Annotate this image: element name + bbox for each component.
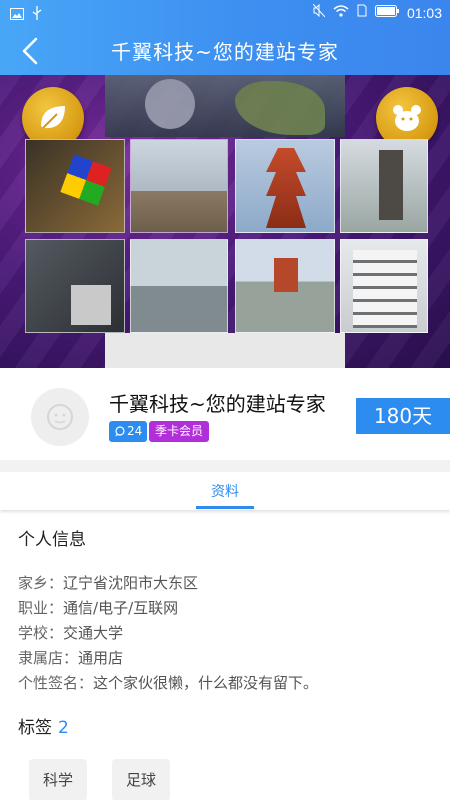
photo-white-tower [340, 239, 428, 333]
top-bar: 01:03 千翼科技~您的建站专家 [0, 0, 450, 75]
profile-name: 千翼科技~您的建站专家 [109, 392, 326, 416]
status-bar: 01:03 [0, 0, 450, 26]
tab-profile-info[interactable]: 资料 [196, 481, 254, 501]
banner-bottom-image [105, 333, 345, 368]
info-value: 这个家伙很懒，什么都没有留下。 [93, 674, 319, 692]
photo-village-trees [130, 139, 228, 233]
info-label: 学校： [18, 624, 64, 642]
info-label: 隶属店： [18, 649, 79, 667]
usb-icon [32, 5, 42, 24]
info-row-hometown: 家乡：辽宁省沈阳市大东区 [18, 572, 198, 593]
personal-info-heading: 个人信息 [18, 530, 86, 550]
section-divider [0, 460, 450, 472]
comment-count-badge: 24 [109, 421, 148, 442]
photo-river-boats [130, 239, 228, 333]
info-label: 职业： [18, 599, 64, 617]
photo-pagoda-2 [235, 239, 335, 333]
profile-screen: 01:03 千翼科技~您的建站专家 千翼科技~您的建站专家 24 季卡会员 18… [0, 0, 450, 800]
tags-count: 2 [58, 718, 69, 738]
gallery-icon [10, 5, 24, 24]
tag-chip[interactable]: 科学 [29, 759, 88, 800]
status-time: 01:03 [406, 4, 442, 21]
info-value: 通信/电子/互联网 [63, 599, 179, 617]
tab-bar: 资料 [0, 472, 450, 510]
photo-tower-hill [340, 139, 428, 233]
membership-badge: 季卡会员 [149, 421, 210, 442]
info-label: 个性签名： [18, 674, 94, 692]
info-label: 家乡： [18, 574, 64, 592]
info-value: 通用店 [78, 649, 124, 667]
photo-office-machine [25, 239, 125, 333]
info-row-store: 隶属店：通用店 [18, 647, 123, 668]
info-row-occupation: 职业：通信/电子/互联网 [18, 597, 178, 618]
tags-heading: 标签 2 [18, 713, 69, 738]
wifi-icon [333, 4, 349, 21]
info-value: 交通大学 [63, 624, 124, 642]
tab-active-indicator [196, 506, 254, 509]
cover-banner [0, 75, 450, 368]
title-bar: 千翼科技~您的建站专家 [0, 26, 450, 75]
info-value: 辽宁省沈阳市大东区 [63, 574, 199, 592]
page-title: 千翼科技~您的建站专家 [111, 40, 339, 64]
mute-icon [312, 3, 326, 21]
photo-pagoda-1 [235, 139, 335, 233]
comment-count: 24 [127, 424, 143, 438]
battery-icon [374, 4, 399, 21]
default-avatar-icon [47, 404, 73, 430]
sim-icon [357, 4, 367, 21]
avatar[interactable] [31, 388, 89, 446]
member-days-badge: 180天 [356, 398, 450, 434]
photo-rubiks-cube [25, 139, 125, 233]
info-row-signature: 个性签名：这个家伙很懒，什么都没有留下。 [18, 672, 318, 693]
comment-icon [115, 426, 125, 437]
tag-chip[interactable]: 足球 [112, 759, 171, 800]
tags-label: 标签 [18, 718, 52, 738]
banner-top-image [105, 75, 345, 137]
info-row-school: 学校：交通大学 [18, 622, 123, 643]
